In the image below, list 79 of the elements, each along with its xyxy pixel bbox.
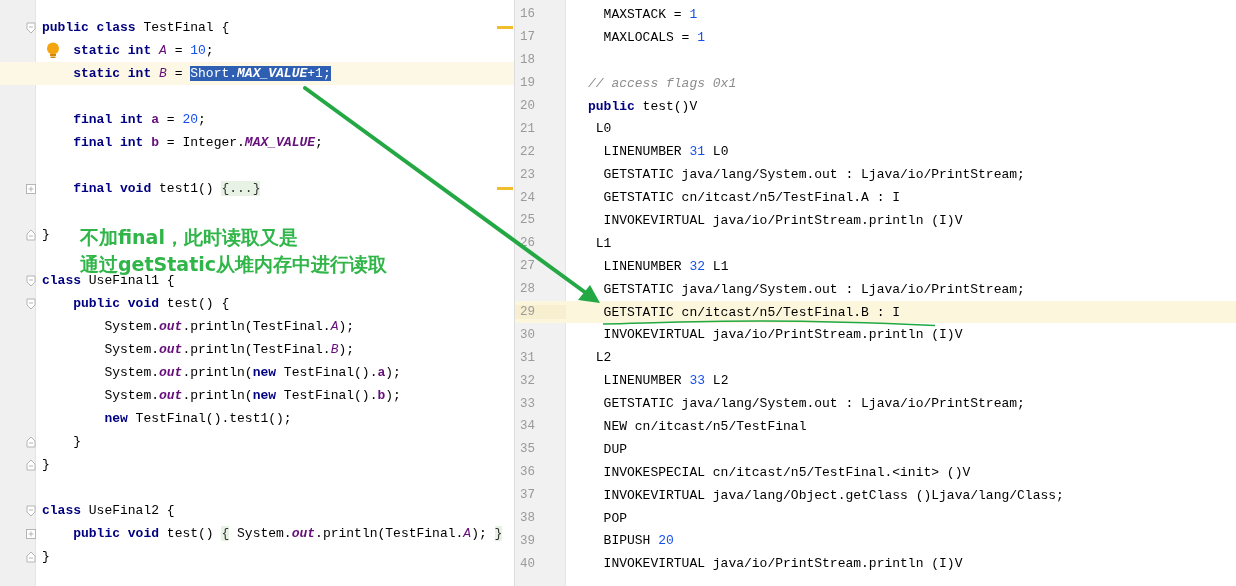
code-line: NEW cn/itcast/n5/TestFinal: [603, 418, 807, 434]
expand-icon[interactable]: [26, 183, 36, 194]
collapse-icon[interactable]: [26, 274, 36, 287]
annotation-text: 通过getStatic从堆内存中进行读取: [80, 252, 387, 275]
code-line: public void test() {: [73, 295, 230, 313]
annotation-text: 不加final，此时读取又是: [80, 225, 298, 250]
line-number: 16: [519, 7, 536, 22]
code-line: final void test1() {...}: [73, 180, 261, 198]
line-number: 35: [519, 442, 536, 457]
line-number: 29: [515, 305, 566, 319]
code-line: DUP: [603, 441, 627, 457]
code-line: static int B = Short.MAX_VALUE+1;: [73, 65, 331, 83]
line-number: 21: [519, 121, 536, 136]
code-line: INVOKEVIRTUAL java/io/PrintStream.println (I)V: [603, 327, 963, 343]
code-line: INVOKESPECIAL cn/itcast/n5/TestFinal.<init> ()V: [603, 464, 971, 480]
lightbulb-icon[interactable]: [46, 42, 60, 59]
code-line: public void test() { System.out.println(TestFinal.A); }: [73, 525, 503, 543]
code-line: // access flags 0x1: [588, 75, 737, 91]
collapse-icon[interactable]: [26, 504, 36, 517]
code-line: L2: [595, 350, 612, 366]
code-line: public test()V: [588, 98, 698, 114]
code-line: System.out.println(TestFinal.A);: [104, 318, 355, 336]
code-line: GETSTATIC cn/itcast/n5/TestFinal.B : I: [603, 304, 901, 320]
code-line: System.out.println(TestFinal.B);: [104, 341, 355, 359]
collapse-icon[interactable]: [26, 228, 36, 241]
code-line: MAXSTACK = 1: [603, 6, 698, 22]
line-number: 24: [519, 190, 536, 205]
line-number: 20: [519, 99, 536, 113]
code-line: }: [73, 433, 81, 451]
code-line: POP: [603, 510, 627, 526]
collapse-icon[interactable]: [26, 435, 36, 448]
code-line: }: [42, 548, 50, 566]
line-number: 30: [519, 327, 536, 342]
collapse-icon[interactable]: [26, 297, 36, 310]
line-number: 33: [519, 396, 536, 411]
code-line: class UseFinal2 {: [42, 502, 175, 520]
line-number: 18: [519, 53, 536, 68]
code-line: GETSTATIC cn/itcast/n5/TestFinal.A : I: [603, 190, 901, 206]
code-line: System.out.println(new TestFinal().b);: [104, 387, 401, 405]
code-line: public class TestFinal {: [42, 19, 230, 37]
expand-icon[interactable]: [26, 528, 36, 539]
collapse-icon[interactable]: [26, 458, 36, 471]
line-number: 32: [519, 373, 536, 388]
line-number: 27: [519, 259, 536, 274]
line-number: 25: [519, 213, 536, 228]
code-line: MAXLOCALS = 1: [603, 29, 706, 45]
line-number: 37: [519, 488, 536, 503]
line-number: 34: [519, 419, 536, 434]
code-line: final int a = 20;: [73, 111, 206, 129]
code-line: LINENUMBER 33 L2: [603, 373, 729, 389]
line-number: 28: [519, 282, 536, 297]
line-number: 19: [519, 76, 536, 91]
line-number: 31: [519, 350, 536, 365]
code-line: L1: [595, 235, 612, 251]
line-number: 22: [519, 144, 536, 159]
code-line: BIPUSH 20: [603, 533, 674, 549]
line-number: 23: [519, 167, 536, 182]
collapse-icon[interactable]: [26, 550, 36, 563]
code-line: }: [42, 226, 50, 244]
line-number: 36: [519, 465, 536, 480]
code-line: }: [42, 456, 50, 474]
line-number: 39: [519, 533, 536, 548]
code-line: INVOKEVIRTUAL java/io/PrintStream.println (I)V: [603, 212, 963, 228]
line-number: 17: [519, 30, 536, 45]
collapse-icon[interactable]: [26, 21, 36, 34]
code-line: LINENUMBER 32 L1: [603, 258, 729, 274]
code-line: INVOKEVIRTUAL java/lang/Object.getClass ()Ljava/lang/Class;: [603, 487, 1064, 503]
code-line: System.out.println(new TestFinal().a);: [104, 364, 401, 382]
code-line: GETSTATIC java/lang/System.out : Ljava/io/PrintStream;: [603, 167, 1025, 183]
code-line: new TestFinal().test1();: [104, 410, 292, 428]
code-line: INVOKEVIRTUAL java/io/PrintStream.println (I)V: [603, 556, 963, 572]
line-number: 40: [519, 556, 536, 571]
code-line: GETSTATIC java/lang/System.out : Ljava/io/PrintStream;: [603, 281, 1025, 297]
code-line: L0: [595, 121, 612, 137]
code-line: final int b = Integer.MAX_VALUE;: [73, 134, 323, 152]
line-number: 38: [519, 511, 536, 526]
code-line: GETSTATIC java/lang/System.out : Ljava/io/PrintStream;: [603, 396, 1025, 412]
code-line: LINENUMBER 31 L0: [603, 144, 729, 160]
code-line: static int A = 10;: [73, 42, 214, 60]
